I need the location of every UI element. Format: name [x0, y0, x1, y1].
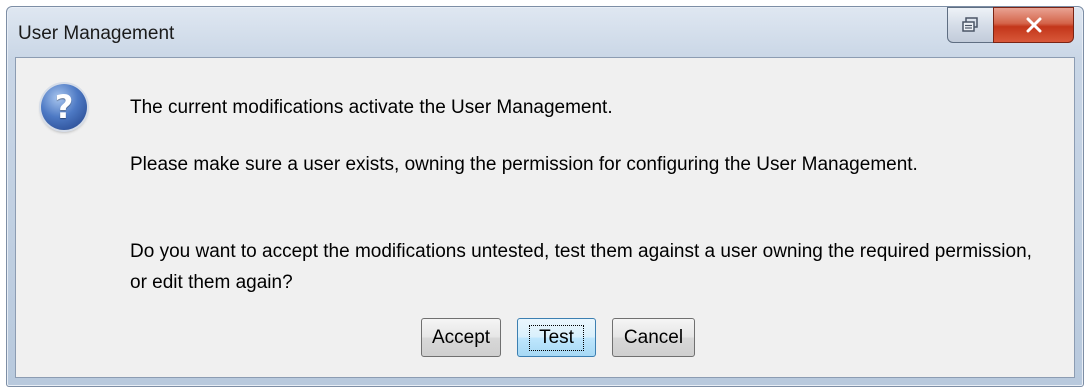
dialog-window: User Management ? The current modificati… — [6, 6, 1084, 387]
message-line-1: The current modifications activate the U… — [130, 97, 613, 118]
cancel-button[interactable]: Cancel — [612, 318, 695, 357]
test-button[interactable]: Test — [517, 318, 596, 357]
close-icon — [1026, 17, 1041, 33]
close-button[interactable] — [993, 7, 1074, 43]
restore-button[interactable] — [947, 7, 994, 43]
restore-icon — [961, 17, 978, 32]
question-icon: ? — [41, 84, 87, 130]
message-line-3: Do you want to accept the modifications … — [130, 241, 1032, 293]
title-bar[interactable]: User Management — [7, 7, 1083, 57]
window-title: User Management — [18, 23, 175, 44]
dialog-content: ? The current modifications activate the… — [15, 57, 1075, 378]
message-line-2: Please make sure a user exists, owning t… — [130, 154, 918, 175]
accept-button[interactable]: Accept — [421, 318, 501, 357]
question-glyph: ? — [54, 88, 74, 126]
test-button-label: Test — [529, 324, 584, 351]
